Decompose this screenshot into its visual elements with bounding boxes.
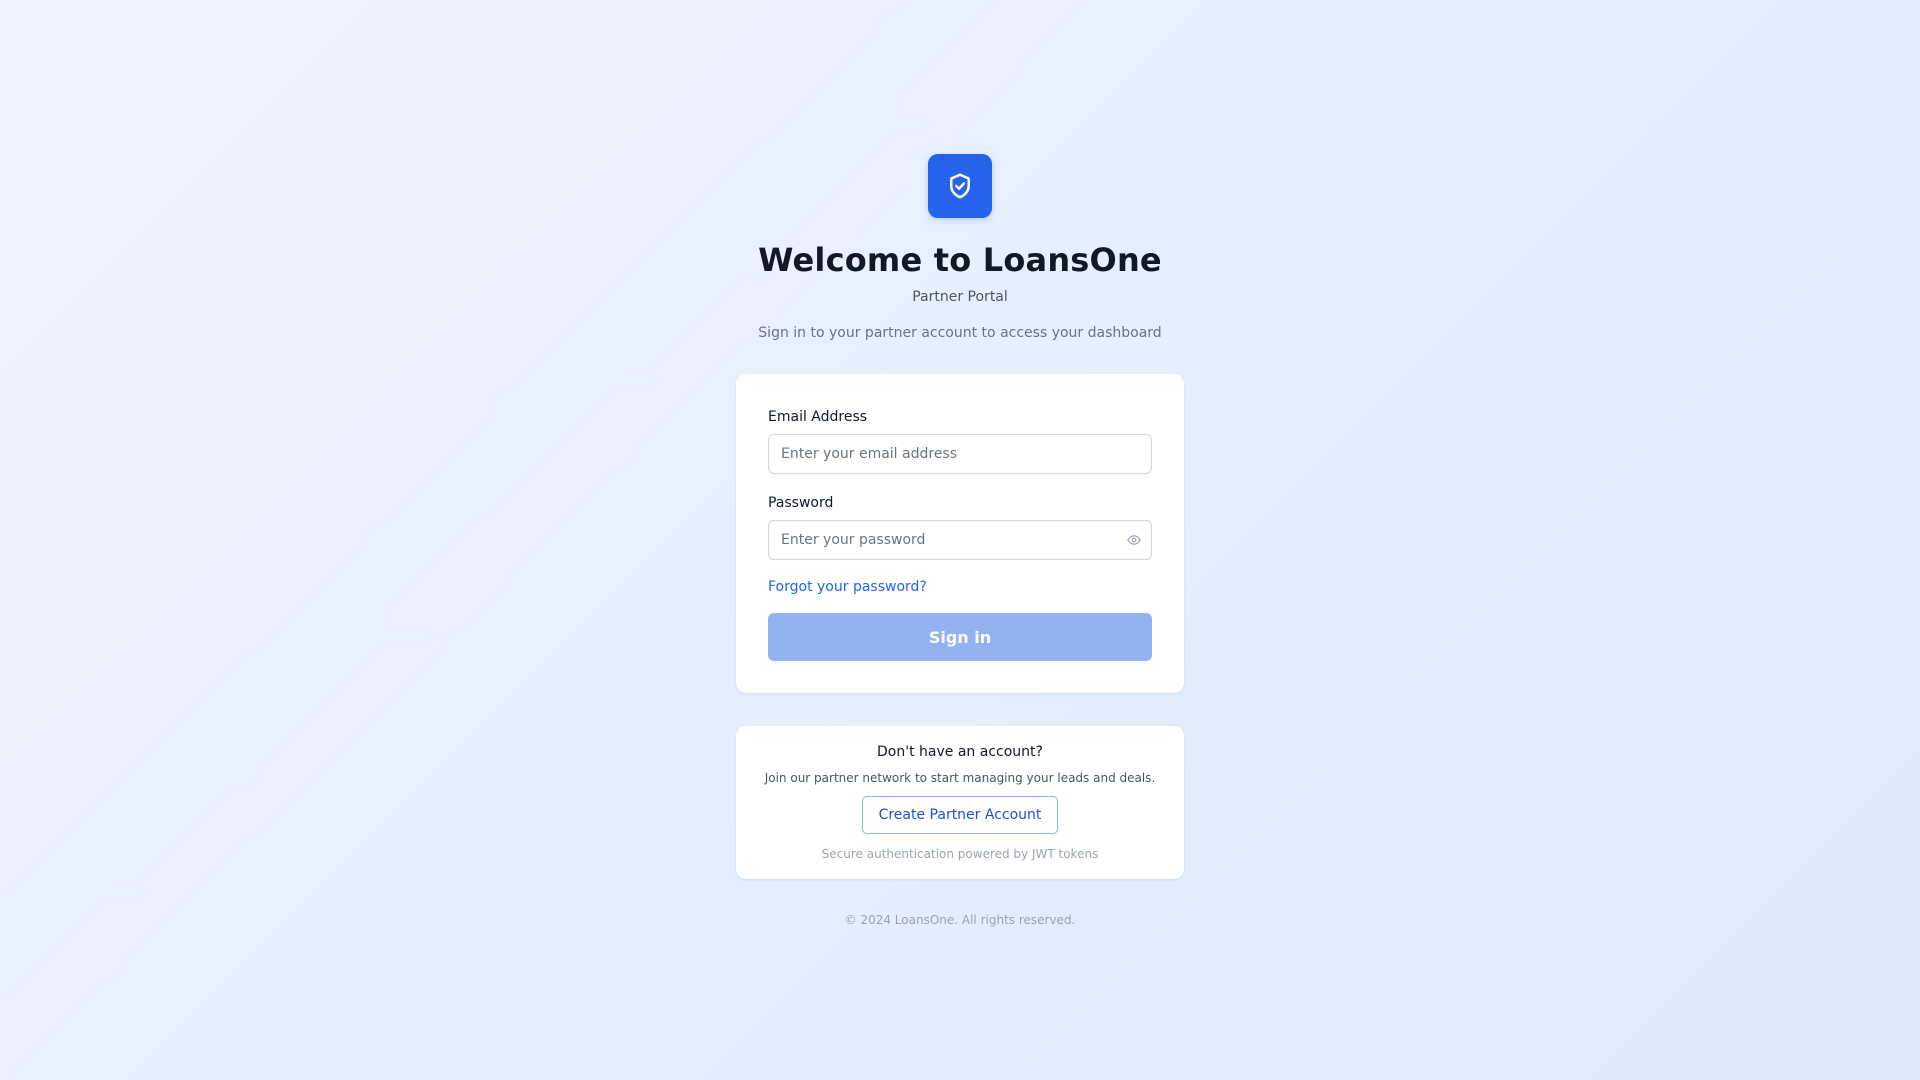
- password-field-wrapper: [768, 520, 1152, 560]
- email-label: Email Address: [768, 409, 868, 425]
- sign-in-tagline: Sign in to your partner account to acces…: [758, 325, 1162, 341]
- email-input[interactable]: [768, 434, 1152, 474]
- show-password-toggle[interactable]: [1126, 532, 1142, 548]
- eye-icon: [1127, 535, 1141, 545]
- sign-in-button[interactable]: Sign in: [768, 613, 1152, 661]
- password-label: Password: [768, 495, 834, 511]
- page-subtitle: Partner Portal: [912, 289, 1008, 305]
- signup-heading: Don't have an account?: [877, 744, 1043, 760]
- login-page: Welcome to LoansOne Partner Portal Sign …: [0, 0, 1920, 1080]
- login-column: Welcome to LoansOne Partner Portal Sign …: [736, 154, 1184, 928]
- email-field-wrapper: [768, 434, 1152, 474]
- brand-logo: [928, 154, 992, 218]
- shield-check-icon: [950, 173, 970, 199]
- forgot-password-link[interactable]: Forgot your password?: [768, 578, 927, 596]
- copyright-footer: © 2024 LoansOne. All rights reserved.: [844, 913, 1076, 927]
- page-title: Welcome to LoansOne: [758, 241, 1162, 279]
- create-partner-account-button[interactable]: Create Partner Account: [861, 796, 1059, 834]
- signup-card: Don't have an account? Join our partner …: [736, 726, 1184, 879]
- password-input[interactable]: [768, 520, 1152, 560]
- signup-description: Join our partner network to start managi…: [764, 771, 1156, 785]
- security-note: Secure authentication powered by JWT tok…: [821, 847, 1099, 861]
- login-form: Email Address Password Forgot your passw…: [736, 374, 1184, 693]
